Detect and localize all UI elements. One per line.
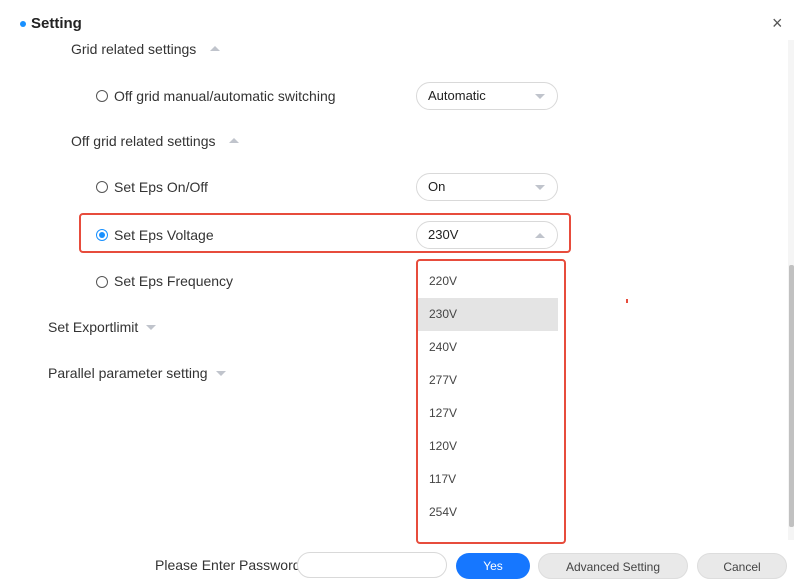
off-grid-switching-label: Off grid manual/automatic switching (114, 88, 336, 104)
radio-eps-frequency[interactable] (96, 276, 108, 288)
select-value: 230V (428, 227, 459, 242)
section-export-limit[interactable]: Set Exportlimit (48, 319, 157, 335)
cancel-button[interactable]: Cancel (697, 553, 787, 579)
password-label: Please Enter Password (155, 557, 301, 573)
expand-icon (215, 370, 226, 376)
yes-button[interactable]: Yes (456, 553, 530, 579)
highlight-mark (626, 299, 628, 303)
radio-eps-onoff[interactable] (96, 181, 108, 193)
section-label: Off grid related settings (71, 133, 216, 149)
password-input[interactable] (297, 552, 447, 578)
collapse-icon (229, 137, 240, 143)
radio-off-grid-switching[interactable] (96, 90, 108, 102)
collapse-icon (210, 45, 221, 51)
off-grid-switching-select[interactable]: Automatic (416, 82, 558, 110)
chevron-down-icon (535, 94, 545, 99)
eps-frequency-label: Set Eps Frequency (114, 273, 234, 289)
section-label: Set Exportlimit (48, 319, 139, 335)
advanced-setting-button[interactable]: Advanced Setting (538, 553, 688, 579)
eps-onoff-select[interactable]: On (416, 173, 558, 201)
chevron-up-icon (535, 233, 545, 238)
dialog-title: Setting (31, 15, 82, 32)
section-parallel[interactable]: Parallel parameter setting (48, 365, 226, 381)
section-label: Parallel parameter setting (48, 365, 208, 381)
eps-onoff-label: Set Eps On/Off (114, 179, 208, 195)
eps-voltage-select[interactable]: 230V (416, 221, 558, 249)
select-value: Automatic (428, 88, 486, 103)
radio-eps-voltage[interactable] (96, 229, 108, 241)
section-grid-related[interactable]: Grid related settings (71, 41, 221, 57)
close-icon[interactable]: × (772, 14, 783, 32)
chevron-down-icon (535, 185, 545, 190)
settings-content: Grid related settings Off grid manual/au… (0, 40, 790, 540)
eps-voltage-label: Set Eps Voltage (114, 227, 214, 243)
title-dot-icon (20, 21, 26, 27)
select-value: On (428, 179, 446, 194)
section-off-grid-related[interactable]: Off grid related settings (71, 133, 240, 149)
expand-icon (146, 324, 157, 330)
scrollbar-thumb[interactable] (789, 265, 794, 527)
section-label: Grid related settings (71, 41, 197, 57)
highlight-voltage-dropdown (416, 259, 566, 544)
